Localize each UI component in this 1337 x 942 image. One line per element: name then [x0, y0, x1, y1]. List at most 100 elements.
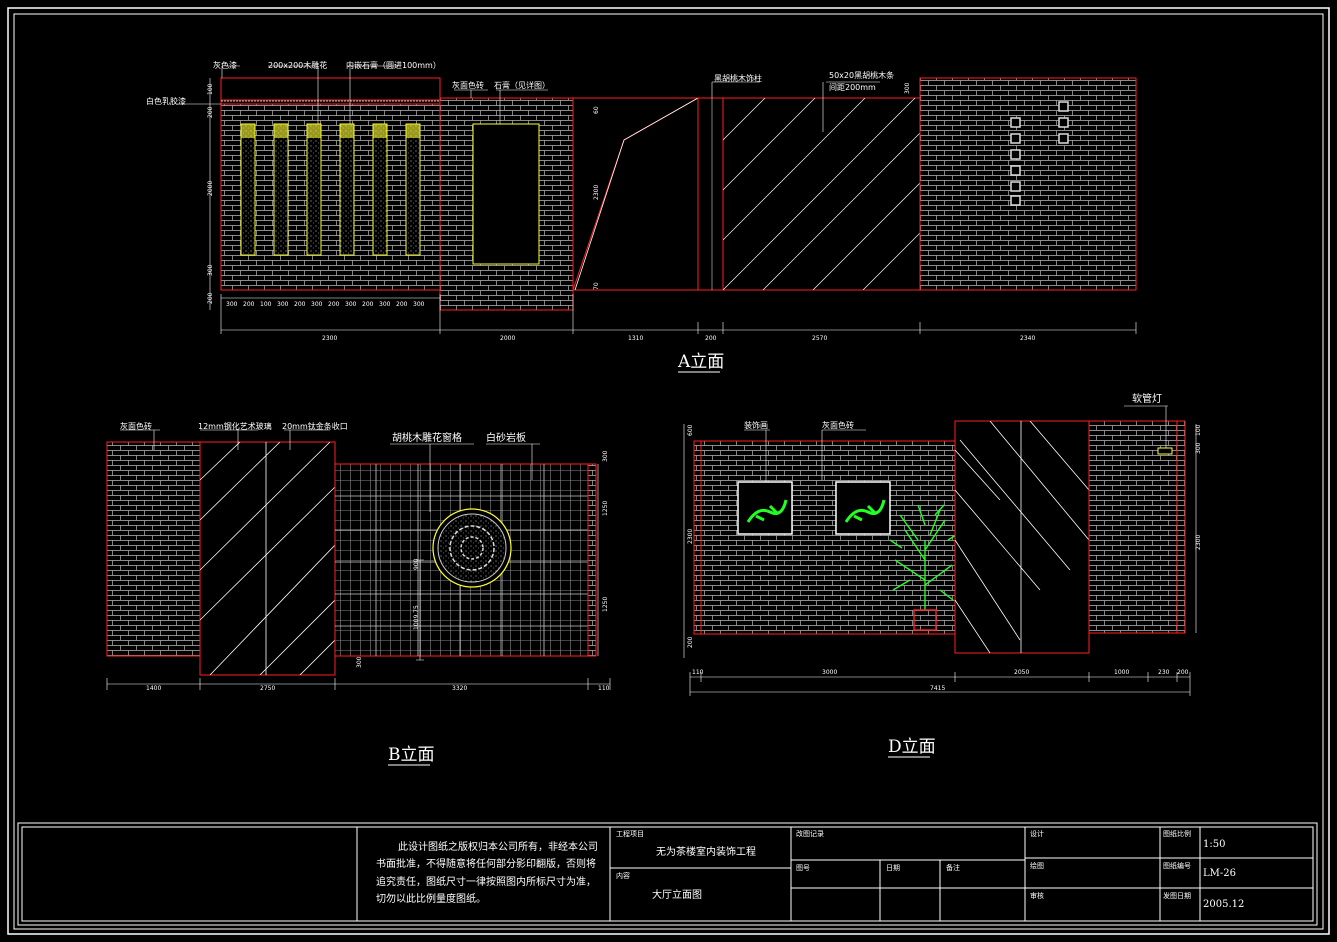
d-bottom-dim-4: 230 — [1158, 669, 1170, 676]
content-label: 内容 — [616, 871, 630, 880]
d-right-dim-2: 2300 — [1195, 535, 1202, 550]
a-bottom-dim-2: 1310 — [628, 335, 643, 342]
a-left-dim-1: 200 — [207, 106, 214, 118]
a-label-5: 石膏（见详图） — [494, 80, 550, 90]
project-label: 工程项目 — [616, 829, 644, 838]
b-bottom-small: 300 — [356, 656, 363, 668]
b-label-0: 灰面色砖 — [120, 421, 152, 431]
a-label-7: 50x20黑胡桃木条 — [829, 70, 894, 80]
d-glass-panel — [954, 420, 1090, 654]
b-bottom-dim-3: 110 — [598, 685, 610, 692]
elevation-d — [683, 405, 1197, 696]
scale-value: 1:50 — [1203, 839, 1225, 850]
a-sub-dim-9: 300 — [379, 301, 391, 308]
b-label-2: 20mm钛金条收口 — [282, 421, 348, 431]
content-value: 大厅立面图 — [652, 888, 702, 901]
a-title: A立面 — [677, 352, 724, 372]
b-bottom-dim-1: 2750 — [260, 685, 275, 692]
b-right-dim-2: 1250 — [602, 597, 609, 612]
remark-label: 备注 — [946, 863, 960, 872]
d-left-dim-1: 2300 — [687, 529, 694, 544]
d-title: D立面 — [888, 737, 936, 757]
d-label-1: 灰面色砖 — [822, 420, 854, 430]
a-label-4: 灰面色砖 — [452, 80, 484, 90]
d-bottom-dim-1: 3000 — [822, 669, 837, 676]
b-brick-wall — [106, 441, 201, 657]
d-left-dim-2: 200 — [687, 636, 694, 648]
a-bottom-dim-0: 2300 — [322, 335, 337, 342]
b-label-3: 胡桃木雕花窗格 — [392, 431, 462, 444]
a-left-dim-4: 200 — [207, 292, 214, 304]
a-stair-section — [572, 97, 699, 291]
d-bottom-dim-2: 2050 — [1014, 669, 1029, 676]
elevation-a — [177, 65, 1137, 334]
notice-line-1: 书面批准，不得随意将任何部分影印翻版，否则将 — [376, 857, 596, 870]
b-inner-dim-1: 1009.75 — [413, 605, 420, 630]
a-label-2: 内嵌石膏（圆进100mm） — [346, 60, 441, 70]
a-sub-dim-7: 300 — [345, 301, 357, 308]
a-label-3: 白色乳胶漆 — [146, 96, 186, 106]
a-sub-dim-6: 200 — [328, 301, 340, 308]
review-label: 审核 — [1030, 891, 1044, 900]
a-mid-dim-0: 60 — [593, 106, 600, 114]
design-label: 设计 — [1030, 829, 1044, 838]
b-lattice-window — [432, 508, 512, 588]
d-bottom-dim-5: 200 — [1177, 669, 1189, 676]
a-left-dim-3: 300 — [207, 264, 214, 276]
a-sub-dim-11: 300 — [413, 301, 425, 308]
revision-label: 改图记录 — [796, 829, 824, 838]
b-right-dim-1: 1250 — [602, 501, 609, 516]
code-label: 图纸编号 — [1163, 861, 1191, 870]
d-bottom-dim-3: 1000 — [1114, 669, 1129, 676]
a-bottom-dim-4: 2570 — [812, 335, 827, 342]
a-sub-dim-8: 200 — [362, 301, 374, 308]
number-label: 图号 — [796, 864, 810, 872]
a-bottom-dim-3: 200 — [705, 335, 717, 342]
issue-value: 2005.12 — [1203, 899, 1244, 910]
b-label-4: 白砂岩板 — [486, 431, 526, 444]
d-left-dim-0: 600 — [687, 424, 694, 436]
b-bottom-dim-0: 1400 — [146, 685, 161, 692]
a-label-1: 200x200木雕花 — [268, 60, 327, 70]
b-right-dim-0: 300 — [602, 450, 609, 462]
elevation-b — [106, 429, 611, 690]
a-left-dim-0: 100 — [207, 83, 214, 95]
date-label: 日期 — [886, 864, 900, 872]
b-label-1: 12mm钢化艺术玻璃 — [198, 421, 272, 431]
a-panel-6-brick — [919, 77, 1137, 291]
d-total-dim: 7415 — [930, 685, 945, 692]
d-bottom-dim-0: 110 — [692, 669, 704, 676]
a-sub-dim-0: 300 — [226, 301, 238, 308]
b-bottom-dim-2: 3320 — [452, 685, 467, 692]
code-value: LM-26 — [1203, 868, 1236, 879]
a-sub-dim-2: 100 — [260, 301, 272, 308]
a-sub-dim-4: 200 — [294, 301, 306, 308]
notice-line-2: 追究责任，图纸尺寸一律按照图内所标尺寸为准， — [376, 875, 596, 888]
d-label-2: 软管灯 — [1132, 392, 1162, 405]
a-wood-strips — [722, 97, 921, 291]
a-label-8: 间距200mm — [829, 83, 876, 92]
scale-label: 图纸比例 — [1163, 829, 1191, 838]
a-sub-dim-10: 200 — [396, 301, 408, 308]
a-sub-dim-5: 300 — [311, 301, 323, 308]
a-mid-dim-2: 70 — [593, 282, 600, 290]
d-right-dim-1: 300 — [1195, 442, 1202, 454]
a-left-dim-2: 2000 — [207, 181, 214, 196]
b-right-strip — [587, 463, 597, 657]
a-label-0: 灰色漆 — [213, 60, 237, 70]
draw-label: 绘图 — [1030, 861, 1044, 870]
project-value: 无为茶楼室内装饰工程 — [656, 845, 756, 858]
notice-line-3: 切勿以此比例量度图纸。 — [376, 892, 486, 905]
cad-drawing: 灰色漆 200x200木雕花 内嵌石膏（圆进100mm） 白色乳胶漆 灰面色砖 … — [7, 7, 1330, 935]
notice-line-0: 此设计图纸之版权归本公司所有，非经本公司 — [398, 840, 598, 853]
a-bottom-dim-1: 2000 — [500, 335, 515, 342]
d-right-dim-0: 100 — [1195, 424, 1202, 436]
a-plaster-window — [472, 123, 540, 265]
a-column — [697, 97, 724, 291]
title-block — [17, 822, 1318, 926]
d-label-0: 装饰画 — [744, 420, 768, 430]
a-bottom-dim-5: 2340 — [1020, 335, 1035, 342]
a-right-dim: 300 — [904, 82, 911, 94]
b-title: B立面 — [388, 745, 435, 765]
a-label-6: 黑胡桃木饰柱 — [714, 73, 762, 83]
